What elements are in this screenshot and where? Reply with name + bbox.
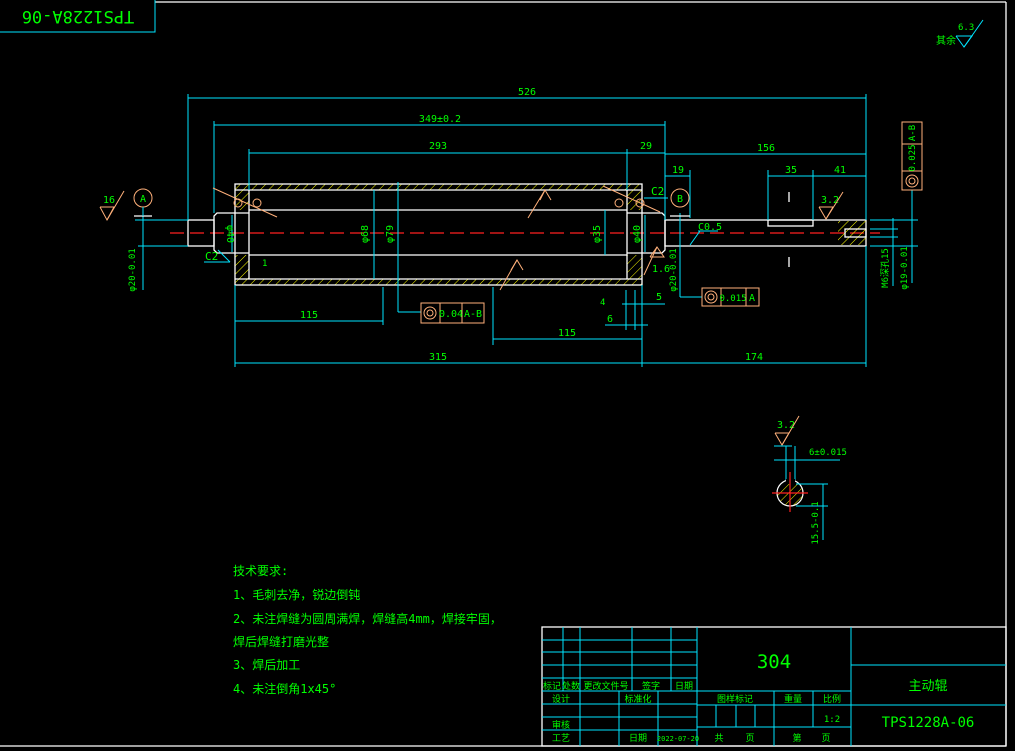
svg-text:4、未注倒角1x45°: 4、未注倒角1x45°: [233, 681, 336, 696]
tolerance-frame-3: 0.025 A-B: [901, 121, 923, 191]
svg-text:0.015: 0.015: [719, 294, 746, 304]
svg-text:日期: 日期: [675, 681, 693, 692]
svg-text:0.04: 0.04: [439, 309, 463, 320]
svg-text:35: 35: [785, 165, 797, 176]
roughness-left: 16: [99, 190, 125, 222]
svg-text:标记: 标记: [543, 680, 561, 692]
svg-text:焊后焊缝打磨光整: 焊后焊缝打磨光整: [233, 634, 329, 649]
svg-text:315: 315: [429, 352, 447, 363]
svg-text:φ40: φ40: [224, 225, 235, 243]
svg-text:29: 29: [640, 141, 652, 152]
dimensions: 526 349±0.2 293 29 156 19 35 41 115 115 …: [128, 87, 918, 367]
svg-text:技术要求:: 技术要求:: [233, 564, 288, 578]
concentricity-icon: [905, 174, 919, 188]
svg-text:3、焊后加工: 3、焊后加工: [233, 657, 300, 672]
svg-text:349±0.2: 349±0.2: [419, 114, 461, 125]
svg-text:φ40: φ40: [632, 225, 643, 243]
svg-text:图样标记: 图样标记: [717, 693, 753, 705]
part-name: 主动辊: [908, 679, 947, 694]
svg-text:A: A: [140, 194, 146, 205]
svg-text:2022-07-20: 2022-07-20: [657, 735, 699, 743]
svg-text:1:2: 1:2: [824, 715, 840, 725]
svg-text:标准化: 标准化: [624, 693, 651, 705]
svg-text:审核: 审核: [552, 719, 570, 731]
svg-text:B: B: [677, 194, 683, 205]
svg-text:115: 115: [558, 328, 576, 339]
roughness-rest: 其余 6.3: [936, 19, 984, 48]
drawing-border: [0, 1, 1007, 747]
svg-text:φ79: φ79: [385, 225, 396, 243]
svg-text:A-B: A-B: [464, 309, 482, 320]
svg-text:156: 156: [757, 143, 775, 154]
svg-text:日期: 日期: [629, 733, 647, 744]
svg-text:更改文件号: 更改文件号: [583, 680, 628, 692]
technical-notes: 技术要求: 1、毛刺去净，锐边倒钝 2、未注焊缝为圆周满焊，焊缝高4mm，焊接牢…: [233, 564, 502, 696]
svg-text:1、毛刺去净，锐边倒钝: 1、毛刺去净，锐边倒钝: [233, 588, 360, 602]
svg-text:φ68: φ68: [360, 225, 371, 243]
svg-text:其余: 其余: [936, 34, 956, 47]
svg-text:C2: C2: [651, 185, 664, 198]
svg-text:工艺: 工艺: [552, 733, 570, 744]
svg-text:41: 41: [834, 165, 846, 176]
svg-text:共: 共: [714, 733, 723, 744]
svg-text:15.5-0.1: 15.5-0.1: [811, 501, 821, 544]
tolerance-frame-2: 0.015 A: [701, 287, 760, 307]
datum-b: B: [670, 188, 690, 217]
svg-text:A: A: [749, 293, 755, 304]
svg-text:6.3: 6.3: [958, 23, 974, 33]
svg-text:3.2: 3.2: [821, 195, 839, 206]
svg-text:A-B: A-B: [908, 125, 918, 141]
roller-tube: [234, 183, 643, 286]
svg-text:M6深孔15: M6深孔15: [880, 248, 891, 288]
svg-text:1.6: 1.6: [652, 264, 670, 275]
svg-text:16: 16: [103, 195, 115, 206]
svg-text:签字: 签字: [642, 680, 660, 692]
keyway-section: 3.2 6±0.015 15.5-0.1: [772, 415, 847, 545]
corner-code: TPS1228A-06: [22, 6, 135, 26]
svg-text:1: 1: [262, 259, 267, 269]
svg-text:处数: 处数: [562, 680, 580, 692]
svg-text:φ20-0.01: φ20-0.01: [669, 248, 679, 291]
svg-text:φ19-0.01: φ19-0.01: [900, 246, 910, 289]
svg-text:19: 19: [672, 165, 684, 176]
roughness-bearing: 1.6: [643, 246, 670, 276]
svg-text:重量: 重量: [784, 693, 802, 705]
svg-text:页: 页: [745, 733, 754, 744]
svg-text:4: 4: [600, 298, 605, 308]
svg-text:6±0.015: 6±0.015: [809, 448, 847, 458]
svg-text:页: 页: [821, 733, 830, 744]
svg-text:2、未注焊缝为圆周满焊，焊缝高4mm，焊接牢固，: 2、未注焊缝为圆周满焊，焊缝高4mm，焊接牢固，: [233, 611, 502, 626]
svg-text:比例: 比例: [823, 693, 841, 705]
svg-text:C2: C2: [205, 250, 218, 263]
drawing-number: TPS1228A-06: [882, 715, 975, 731]
concentricity-icon: [423, 306, 437, 320]
svg-text:设计: 设计: [552, 693, 570, 705]
concentricity-icon: [704, 290, 718, 304]
svg-text:5: 5: [656, 292, 662, 303]
title-block: 标记 处数 更改文件号 签字 日期 设计 标准化 审核 工艺 日期 2022-0…: [541, 626, 1007, 747]
svg-text:C0.5: C0.5: [698, 222, 722, 233]
svg-text:174: 174: [745, 352, 763, 363]
material: 304: [757, 651, 791, 673]
svg-text:6: 6: [607, 314, 613, 325]
corner-code-box: TPS1228A-06: [0, 0, 156, 33]
svg-text:0.025: 0.025: [908, 144, 918, 171]
svg-text:3.2: 3.2: [777, 420, 795, 431]
datum-a: A: [133, 188, 153, 217]
roughness-shaft: 3.2: [818, 191, 844, 220]
tolerance-frame-1: 0.04 A-B: [420, 302, 485, 324]
svg-text:526: 526: [518, 87, 536, 98]
svg-text:φ20-0.01: φ20-0.01: [128, 248, 138, 291]
svg-text:第: 第: [792, 732, 801, 744]
svg-text:φ35: φ35: [592, 225, 603, 243]
svg-text:293: 293: [429, 141, 447, 152]
svg-text:115: 115: [300, 310, 318, 321]
cad-drawing: TPS1228A-06 其余 6.3 526 349±0.2 293 29 15…: [0, 0, 1007, 747]
